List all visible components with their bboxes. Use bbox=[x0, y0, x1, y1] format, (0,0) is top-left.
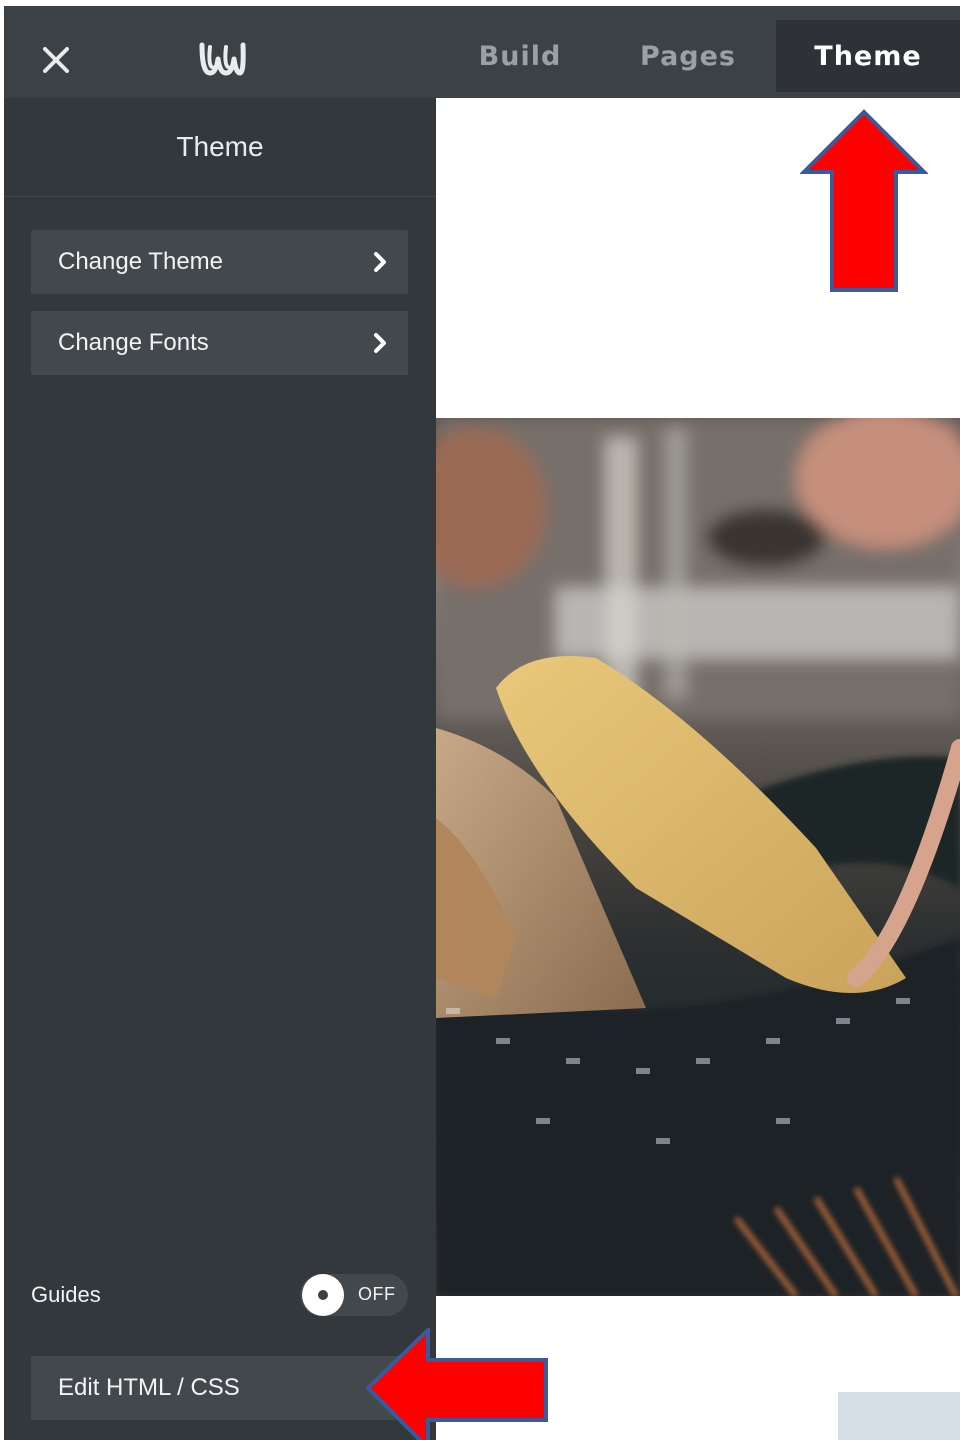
up-arrow-annotation bbox=[800, 109, 928, 292]
left-arrow-annotation bbox=[365, 1328, 548, 1440]
guides-label: Guides bbox=[31, 1282, 101, 1307]
chevron-right-icon bbox=[374, 252, 386, 272]
close-icon[interactable] bbox=[32, 36, 80, 84]
tab-pages[interactable]: Pages bbox=[626, 20, 750, 92]
change-theme-button[interactable]: Change Theme bbox=[31, 230, 408, 294]
change-theme-label: Change Theme bbox=[58, 248, 223, 275]
edit-html-css-button[interactable]: Edit HTML / CSS bbox=[31, 1356, 408, 1420]
content-block bbox=[838, 1392, 960, 1440]
sidebar-title: Theme bbox=[4, 98, 436, 197]
change-fonts-button[interactable]: Change Fonts bbox=[31, 311, 408, 375]
hero-image[interactable] bbox=[436, 418, 960, 1296]
tab-theme[interactable]: Theme bbox=[776, 20, 960, 92]
theme-sidebar: Theme Change Theme Change Fonts Guides O… bbox=[4, 98, 436, 1440]
edit-html-css-label: Edit HTML / CSS bbox=[58, 1374, 240, 1401]
chevron-right-icon bbox=[374, 333, 386, 353]
site-preview bbox=[436, 98, 960, 1440]
change-fonts-label: Change Fonts bbox=[58, 329, 209, 356]
close-icon-glyph bbox=[43, 47, 69, 73]
weebly-logo-icon[interactable] bbox=[194, 34, 250, 84]
guides-toggle-state: OFF bbox=[358, 1284, 396, 1304]
bread-basket-photo bbox=[436, 418, 960, 1296]
editor-topbar: Build Pages Theme bbox=[4, 6, 960, 98]
weebly-logo-glyph bbox=[199, 42, 246, 76]
toggle-knob bbox=[302, 1274, 344, 1316]
guides-toggle[interactable]: OFF bbox=[300, 1274, 408, 1316]
tab-build[interactable]: Build bbox=[462, 20, 578, 92]
